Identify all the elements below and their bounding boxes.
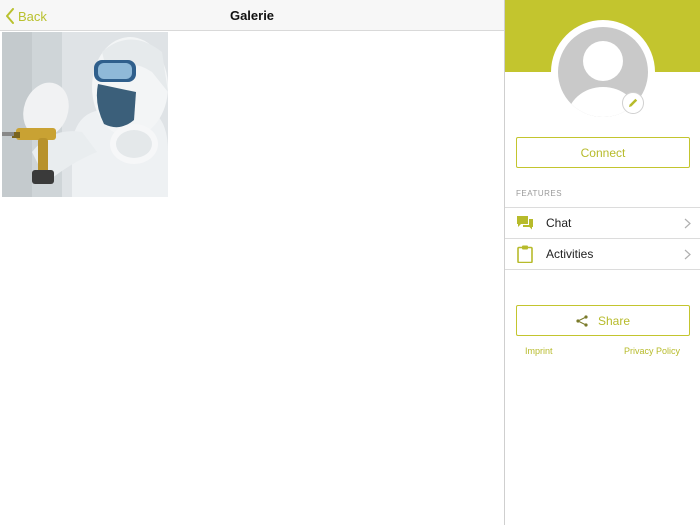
privacy-policy-link[interactable]: Privacy Policy [624,346,680,356]
chevron-right-icon [684,249,691,260]
page-title: Galerie [229,8,275,23]
edit-avatar-button[interactable] [622,92,644,114]
connect-button[interactable]: Connect [516,137,690,168]
chat-bubbles-icon [516,214,534,232]
feature-label-chat: Chat [546,216,572,230]
profile-sidebar: Connect FEATURES Chat Activities Share I… [504,0,700,525]
gallery-image[interactable] [2,32,168,197]
features-heading: FEATURES [516,189,563,198]
navigation-bar: Back Galerie [0,0,504,31]
imprint-link[interactable]: Imprint [525,346,553,356]
chevron-right-icon [684,218,691,229]
feature-item-activities[interactable]: Activities [505,239,700,270]
pencil-icon [629,98,638,107]
feature-label-activities: Activities [546,247,594,261]
features-list: Chat Activities [505,207,700,270]
share-label: Share [597,313,631,328]
clipboard-icon [516,245,534,263]
share-button[interactable]: Share [516,305,690,336]
main-panel: Back Galerie [0,0,504,525]
painter-photo-icon [2,32,168,197]
share-icon [576,314,588,327]
feature-item-chat[interactable]: Chat [505,208,700,239]
